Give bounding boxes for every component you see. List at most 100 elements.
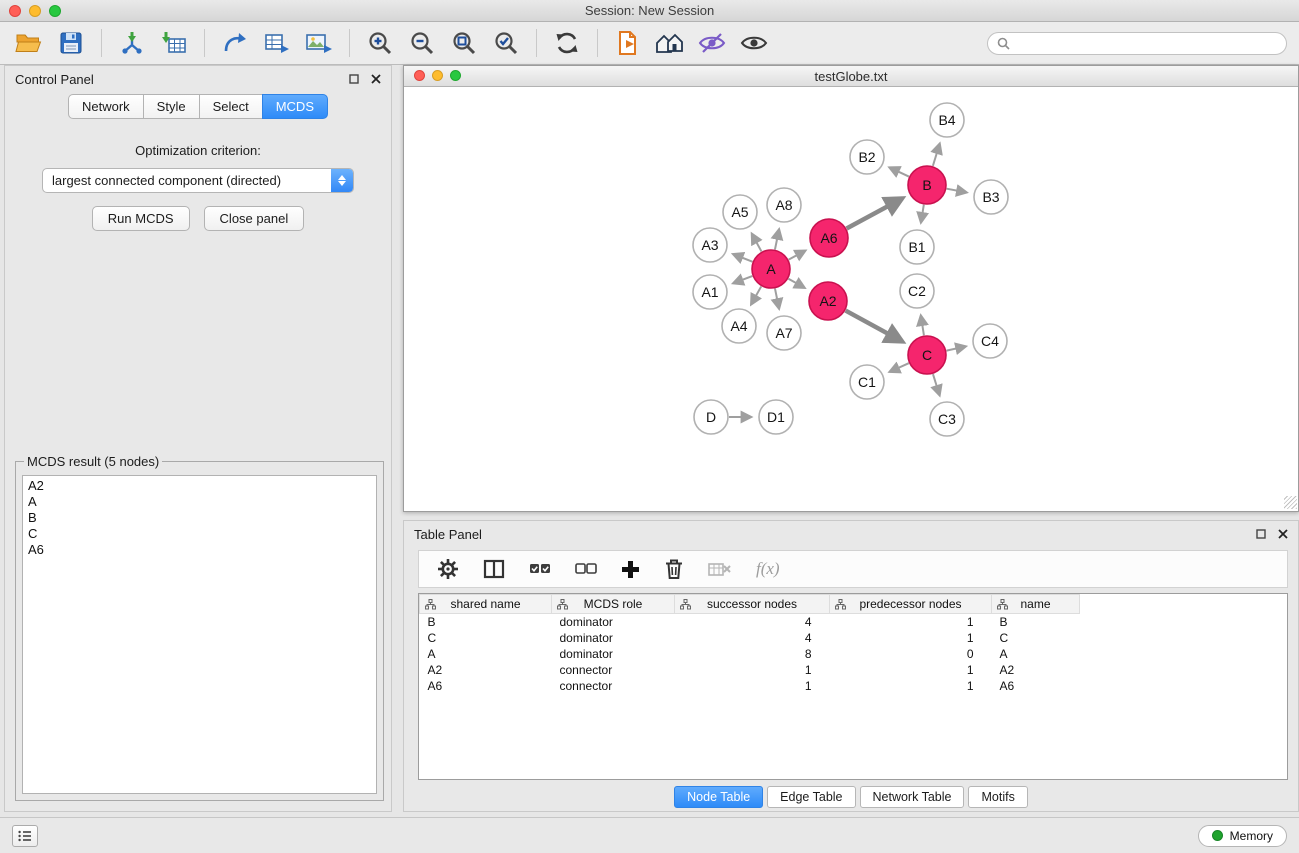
table-cell[interactable]: 1 xyxy=(830,662,992,678)
node-B3[interactable]: B3 xyxy=(974,180,1008,214)
edge-C-C4[interactable] xyxy=(947,346,966,350)
import-table-button[interactable] xyxy=(155,25,193,61)
export-table-button[interactable] xyxy=(258,25,296,61)
node-A7[interactable]: A7 xyxy=(767,316,801,350)
column-header-shared-name[interactable]: shared name xyxy=(420,595,552,614)
tab-network-table[interactable]: Network Table xyxy=(860,786,965,808)
table-cell[interactable]: 0 xyxy=(830,646,992,662)
table-row[interactable]: A2connector11A2 xyxy=(420,662,1288,678)
edge-B-B1[interactable] xyxy=(921,205,924,223)
edge-B-B4[interactable] xyxy=(933,144,940,166)
table-cell[interactable]: A6 xyxy=(992,678,1080,694)
create-column-button[interactable] xyxy=(621,560,640,579)
table-row[interactable]: Cdominator41C xyxy=(420,630,1288,646)
mcds-result-item[interactable]: C xyxy=(28,526,371,542)
node-D1[interactable]: D1 xyxy=(759,400,793,434)
mcds-result-item[interactable]: A6 xyxy=(28,542,371,558)
column-header-name[interactable]: name xyxy=(992,595,1080,614)
import-network-button[interactable] xyxy=(113,25,151,61)
node-C4[interactable]: C4 xyxy=(973,324,1007,358)
node-A4[interactable]: A4 xyxy=(722,309,756,343)
network-minimize-button[interactable] xyxy=(432,70,443,81)
tab-network[interactable]: Network xyxy=(68,94,144,119)
edge-C-C1[interactable] xyxy=(890,363,909,372)
node-C3[interactable]: C3 xyxy=(930,402,964,436)
edge-A-A5[interactable] xyxy=(752,234,762,251)
table-cell[interactable]: 1 xyxy=(830,630,992,646)
node-B1[interactable]: B1 xyxy=(900,230,934,264)
table-cell[interactable]: 1 xyxy=(830,678,992,694)
table-cell[interactable]: A2 xyxy=(992,662,1080,678)
memory-button[interactable]: Memory xyxy=(1198,825,1287,847)
table-cell[interactable]: 4 xyxy=(675,614,830,630)
reload-network-button[interactable] xyxy=(216,25,254,61)
edge-A-A7[interactable] xyxy=(775,289,779,309)
mcds-result-item[interactable]: A xyxy=(28,494,371,510)
zoom-fit-button[interactable] xyxy=(445,25,483,61)
save-session-button[interactable] xyxy=(52,25,90,61)
float-panel-icon[interactable] xyxy=(349,74,359,84)
close-panel-button[interactable]: Close panel xyxy=(204,206,305,231)
tab-edge-table[interactable]: Edge Table xyxy=(767,786,855,808)
edge-A-A3[interactable] xyxy=(733,254,752,262)
table-cell[interactable]: connector xyxy=(552,662,675,678)
table-cell[interactable]: A2 xyxy=(420,662,552,678)
close-window-button[interactable] xyxy=(9,5,21,17)
tab-motifs[interactable]: Motifs xyxy=(968,786,1027,808)
table-cell[interactable]: 4 xyxy=(675,630,830,646)
zoom-in-button[interactable] xyxy=(361,25,399,61)
table-cell[interactable]: B xyxy=(420,614,552,630)
network-canvas[interactable]: B4B2BB3A8A5A6A3B1AA1C2A2A4A7C4CC1C3DD1 xyxy=(404,87,1298,510)
node-A8[interactable]: A8 xyxy=(767,188,801,222)
task-history-button[interactable] xyxy=(12,825,38,847)
select-all-columns-button[interactable] xyxy=(529,561,551,577)
close-panel-icon[interactable] xyxy=(1278,529,1288,539)
edge-A-A2[interactable] xyxy=(788,279,804,288)
mcds-result-item[interactable]: A2 xyxy=(28,478,371,494)
table-cell[interactable]: dominator xyxy=(552,630,675,646)
deselect-all-columns-button[interactable] xyxy=(575,561,597,577)
zoom-selected-button[interactable] xyxy=(487,25,525,61)
function-builder-button[interactable]: f(x) xyxy=(756,559,780,579)
node-B4[interactable]: B4 xyxy=(930,103,964,137)
hide-details-button[interactable] xyxy=(693,25,731,61)
table-cell[interactable]: B xyxy=(992,614,1080,630)
node-A3[interactable]: A3 xyxy=(693,228,727,262)
table-row[interactable]: Bdominator41B xyxy=(420,614,1288,630)
table-cell[interactable]: 1 xyxy=(675,662,830,678)
mcds-result-item[interactable]: B xyxy=(28,510,371,526)
edge-A-A8[interactable] xyxy=(775,229,779,249)
node-A6[interactable]: A6 xyxy=(810,219,848,257)
open-session-button[interactable] xyxy=(10,25,48,61)
column-header-predecessor-nodes[interactable]: predecessor nodes xyxy=(830,595,992,614)
column-header-successor-nodes[interactable]: successor nodes xyxy=(675,595,830,614)
table-cell[interactable]: C xyxy=(992,630,1080,646)
network-zoom-button[interactable] xyxy=(450,70,461,81)
network-window-titlebar[interactable]: testGlobe.txt xyxy=(404,66,1298,87)
edge-A-A6[interactable] xyxy=(789,251,806,260)
zoom-out-button[interactable] xyxy=(403,25,441,61)
edge-B-B3[interactable] xyxy=(947,189,967,193)
network-graph[interactable]: B4B2BB3A8A5A6A3B1AA1C2A2A4A7C4CC1C3DD1 xyxy=(404,87,1298,510)
edge-A2-C[interactable] xyxy=(846,311,903,342)
tab-select[interactable]: Select xyxy=(199,94,263,119)
first-neighbors-button[interactable] xyxy=(609,25,647,61)
node-B2[interactable]: B2 xyxy=(850,140,884,174)
tab-mcds[interactable]: MCDS xyxy=(262,94,328,119)
node-C[interactable]: C xyxy=(908,336,946,374)
close-panel-icon[interactable] xyxy=(371,74,381,84)
table-settings-button[interactable] xyxy=(437,558,459,580)
mcds-result-list[interactable]: A2ABCA6 xyxy=(22,475,377,794)
delete-table-button[interactable] xyxy=(708,560,732,578)
table-row[interactable]: Adominator80A xyxy=(420,646,1288,662)
minimize-window-button[interactable] xyxy=(29,5,41,17)
table-cell[interactable]: C xyxy=(420,630,552,646)
table-cell[interactable]: A xyxy=(420,646,552,662)
node-table-container[interactable]: shared name MCDS role successor nodes xyxy=(418,593,1288,780)
node-B[interactable]: B xyxy=(908,166,946,204)
node-D[interactable]: D xyxy=(694,400,728,434)
table-cell[interactable]: connector xyxy=(552,678,675,694)
show-details-button[interactable] xyxy=(735,25,773,61)
delete-columns-button[interactable] xyxy=(664,558,684,580)
refresh-view-button[interactable] xyxy=(548,25,586,61)
